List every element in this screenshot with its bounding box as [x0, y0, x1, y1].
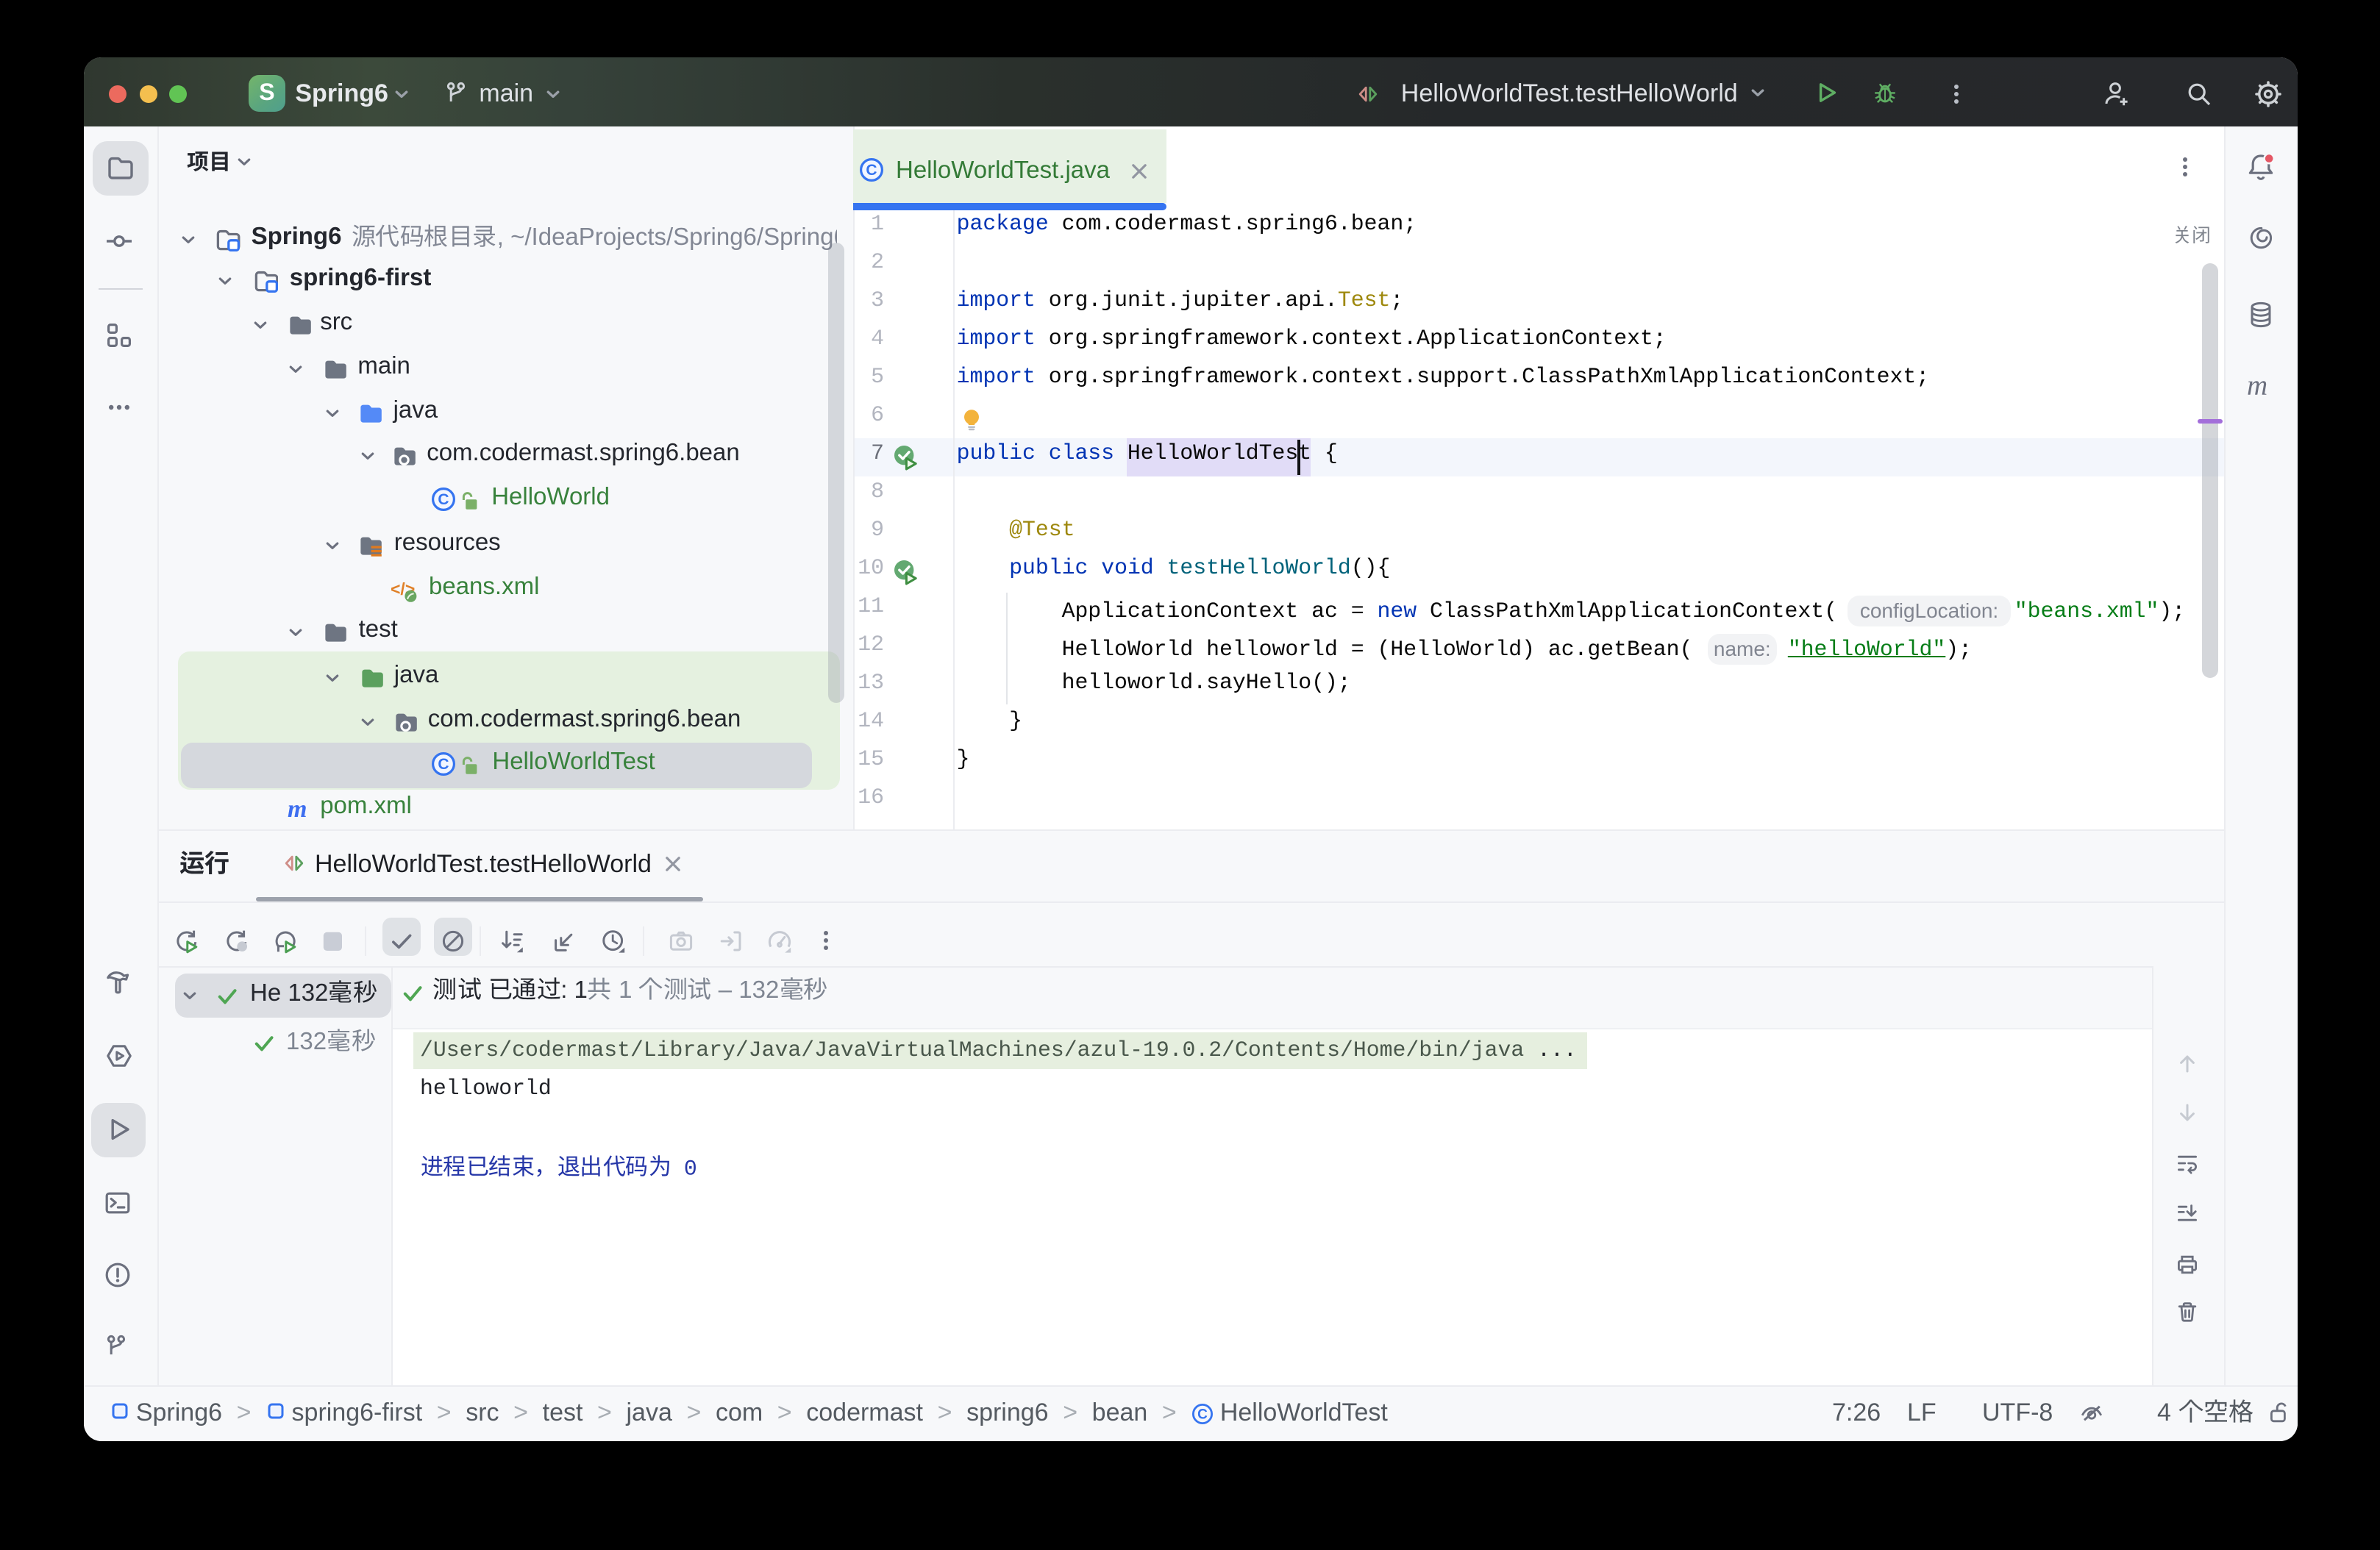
- svg-text:C: C: [438, 492, 449, 509]
- svg-text:C: C: [866, 161, 877, 178]
- svg-text:C: C: [438, 757, 449, 774]
- svg-text:C: C: [1197, 1407, 1208, 1422]
- svg-text:m: m: [2246, 370, 2267, 401]
- svg-text:m: m: [287, 796, 306, 823]
